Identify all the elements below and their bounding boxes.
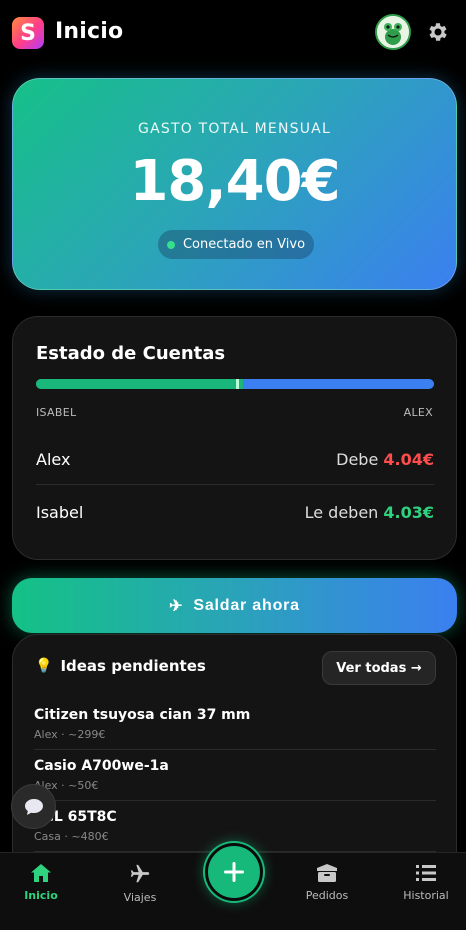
ideas-title: Ideas pendientes — [60, 657, 206, 675]
plane-money-icon: ✈ — [169, 597, 184, 615]
debt-row-status: Le deben 4.03€ — [305, 503, 434, 522]
nav-item-pedidos[interactable]: Pedidos — [287, 863, 367, 902]
accounts-title: Estado de Cuentas — [36, 343, 226, 364]
balance-left-name: ISABEL — [36, 406, 77, 419]
app-logo: S — [12, 17, 44, 49]
nav-item-label: Pedidos — [305, 889, 349, 902]
lightbulb-icon: 💡 — [35, 658, 53, 674]
home-icon — [31, 864, 51, 882]
settle-now-button[interactable]: ✈ Saldar ahora — [12, 578, 457, 633]
page-title: Inicio — [55, 19, 124, 44]
plane-icon — [130, 864, 150, 883]
box-icon — [317, 864, 337, 882]
debt-row: Isabel Le deben 4.03€ — [36, 487, 434, 537]
see-all-button[interactable]: Ver todas → — [322, 651, 436, 685]
nav-item-label: Inicio — [24, 889, 58, 902]
live-status-badge: Conectado en Vivo — [158, 230, 314, 259]
live-status-text: Conectado en Vivo — [182, 237, 306, 252]
idea-title: Citizen tsuyosa cian 37 mm — [34, 707, 251, 723]
nav-item-label: Viajes — [123, 891, 157, 904]
debt-row-amount: 4.04€ — [383, 450, 434, 469]
add-expense-button[interactable] — [205, 843, 263, 901]
nav-item-label: Historial — [403, 889, 449, 902]
ideas-header: 💡 Ideas pendientes — [35, 657, 206, 675]
list-icon — [416, 865, 436, 881]
monthly-spend-card: GASTO TOTAL MENSUAL 18,40€ Conectado en … — [12, 78, 457, 290]
debt-row-status: Debe 4.04€ — [336, 450, 434, 469]
debt-row-name: Isabel — [36, 502, 84, 522]
debt-row-amount: 4.03€ — [383, 502, 434, 522]
nav-item-historial[interactable]: Historial — [386, 863, 466, 902]
debt-row: Alex Debe 4.04€ — [36, 435, 434, 485]
nav-item-viajes[interactable]: Viajes — [100, 863, 180, 904]
idea-item[interactable]: Citizen tsuyosa cian 37 mm Alex · ~299€ — [34, 699, 436, 750]
app-header: S Inicio — [0, 0, 466, 68]
idea-meta: Alex · ~299€ — [34, 728, 106, 741]
monthly-spend-label: GASTO TOTAL MENSUAL — [138, 121, 331, 137]
balance-bar-marker — [235, 379, 239, 389]
plus-icon — [224, 862, 244, 882]
accounts-card: Estado de Cuentas ISABEL ALEX Alex Debe … — [12, 316, 457, 560]
chat-button[interactable] — [11, 784, 56, 829]
balance-bar-fill — [36, 379, 243, 389]
chat-bubble-icon — [24, 798, 43, 815]
frog-avatar-icon — [377, 16, 409, 48]
live-dot-icon — [166, 240, 175, 249]
idea-title: Casio A700we-1a — [34, 758, 169, 774]
debt-row-status-label: Debe — [336, 450, 379, 469]
idea-item[interactable]: Casio A700we-1a Alex · ~50€ — [34, 750, 436, 801]
nav-item-inicio[interactable]: Inicio — [1, 863, 81, 902]
idea-meta: Casa · ~480€ — [34, 830, 109, 843]
balance-right-name: ALEX — [403, 406, 433, 419]
monthly-spend-amount: 18,40€ — [129, 149, 340, 214]
gear-icon[interactable] — [426, 20, 450, 44]
balance-bar — [36, 379, 434, 389]
avatar[interactable] — [375, 14, 411, 50]
debt-row-status-label: Le deben — [304, 502, 379, 522]
debt-row-name: Alex — [36, 450, 71, 469]
settle-now-label: Saldar ahora — [193, 596, 300, 614]
